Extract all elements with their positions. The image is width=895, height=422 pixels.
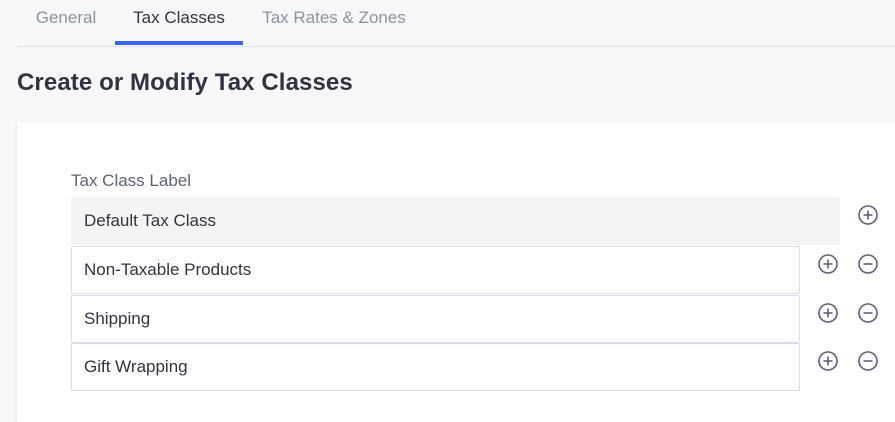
remove-tax-class-button-1[interactable]: [857, 253, 879, 275]
page-title: Create or Modify Tax Classes: [17, 69, 353, 96]
add-tax-class-button-0[interactable]: [857, 204, 879, 226]
add-tax-class-button-2[interactable]: [817, 302, 839, 324]
tax-class-field-2[interactable]: [71, 295, 800, 343]
tax-class-field-1[interactable]: [71, 246, 800, 294]
plus-circle-icon: [858, 205, 878, 225]
add-tax-class-button-1[interactable]: [817, 253, 839, 275]
plus-circle-icon: [818, 254, 838, 274]
remove-tax-class-button-3[interactable]: [857, 350, 879, 372]
minus-circle-icon: [858, 254, 878, 274]
tab-general[interactable]: General: [17, 0, 115, 45]
minus-circle-icon: [858, 351, 878, 371]
plus-circle-icon: [818, 303, 838, 323]
tax-class-default-field: [71, 197, 840, 245]
tax-class-label-heading: Tax Class Label: [71, 171, 192, 190]
add-tax-class-button-3[interactable]: [817, 350, 839, 372]
plus-circle-icon: [818, 351, 838, 371]
tab-bar: General Tax Classes Tax Rates & Zones: [17, 0, 895, 47]
tax-class-field-3[interactable]: [71, 343, 800, 391]
remove-tax-class-button-2[interactable]: [857, 302, 879, 324]
tab-tax-classes[interactable]: Tax Classes: [115, 0, 243, 45]
minus-circle-icon: [858, 303, 878, 323]
tab-tax-rates-zones[interactable]: Tax Rates & Zones: [243, 0, 425, 45]
